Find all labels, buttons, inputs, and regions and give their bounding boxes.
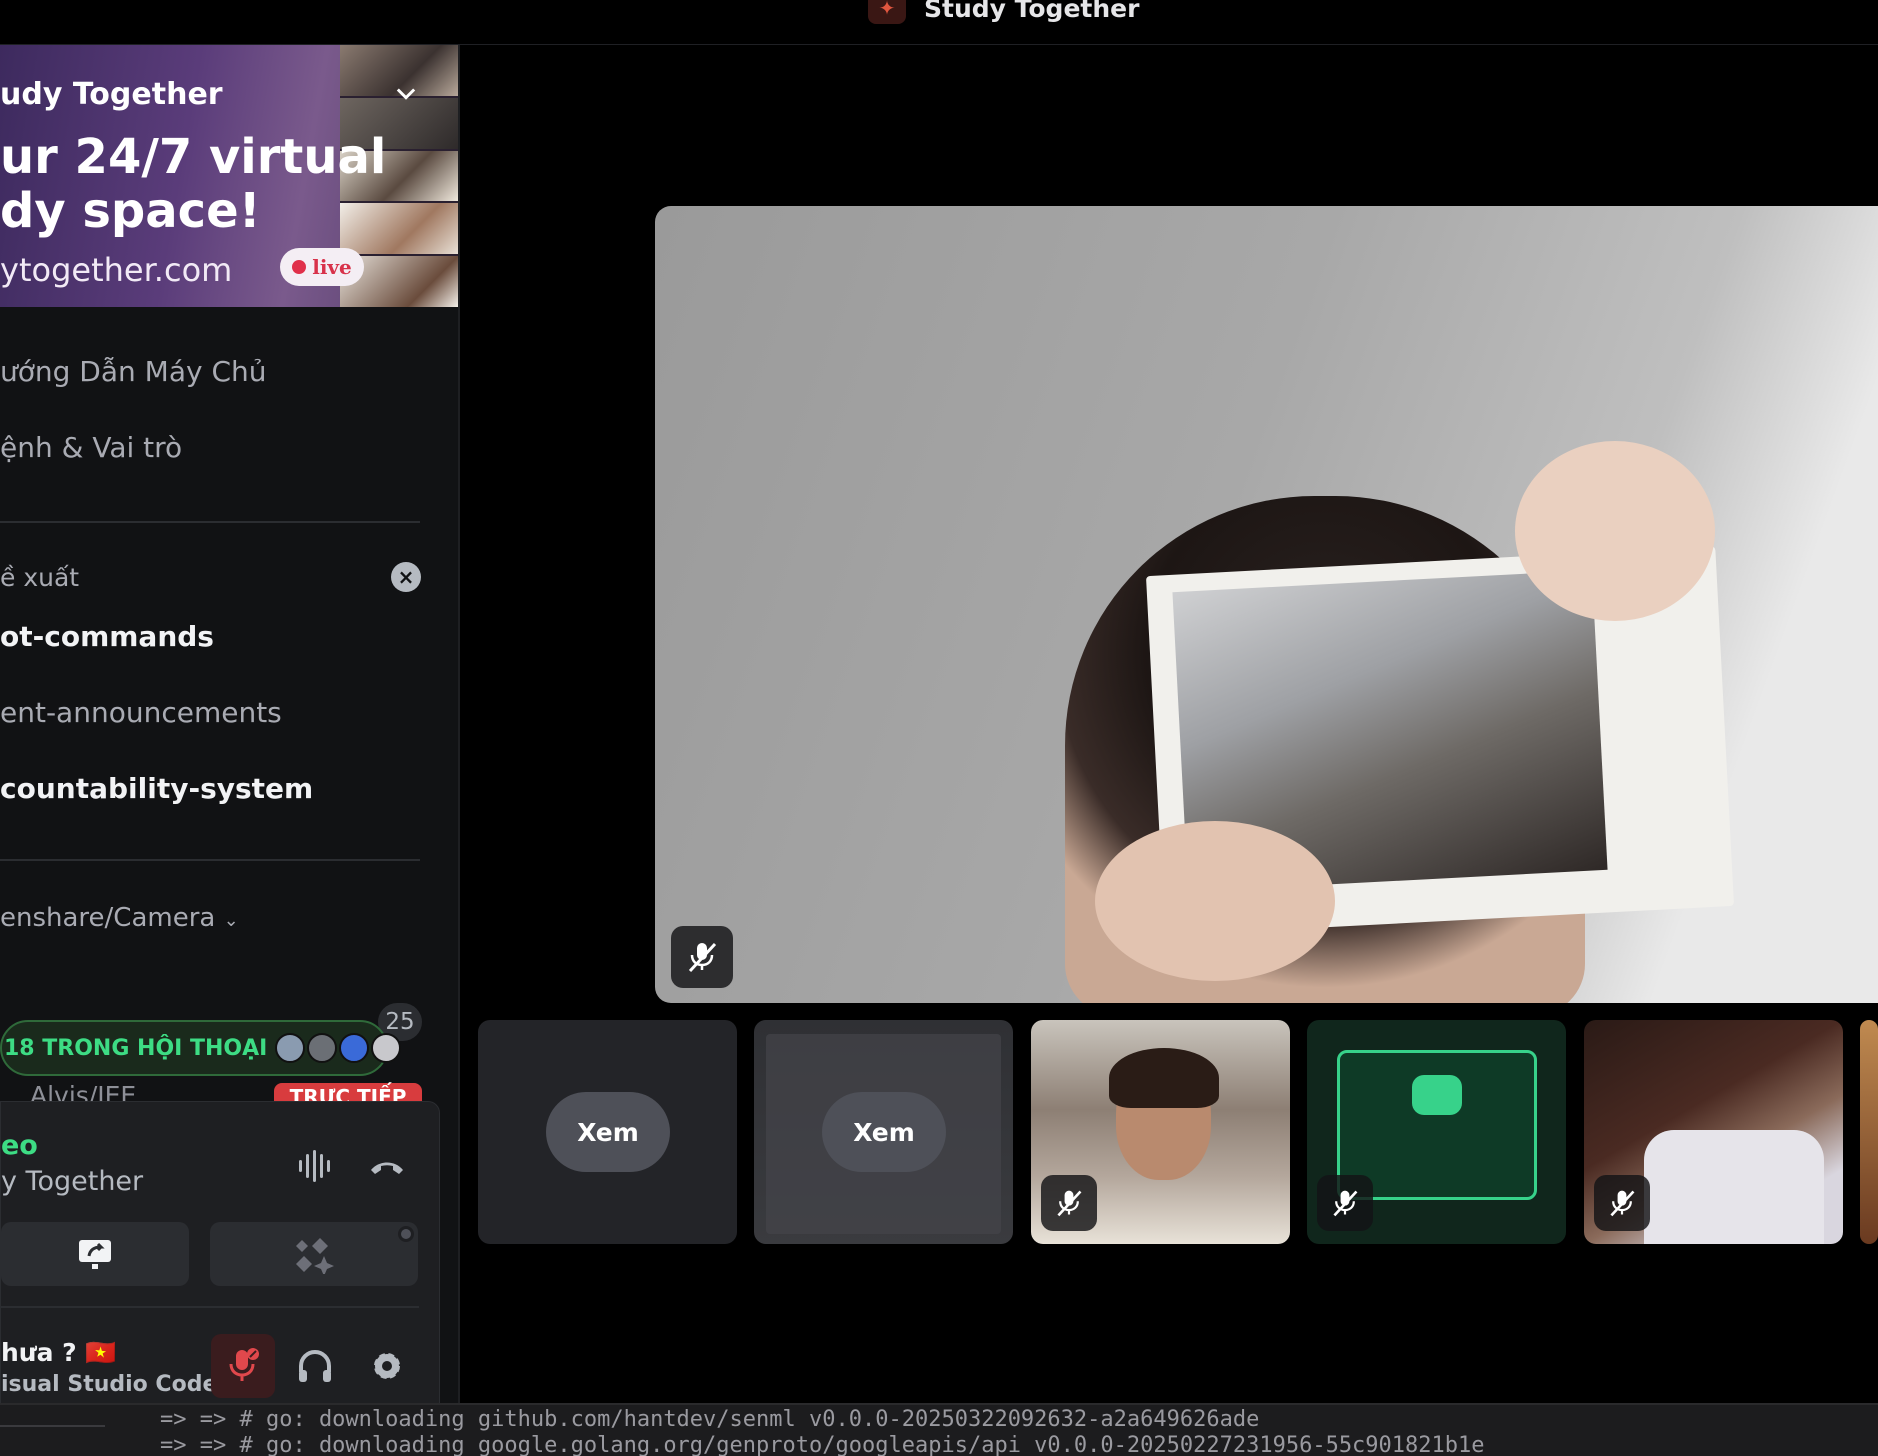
mic-muted-icon <box>229 1348 259 1381</box>
live-dot-icon <box>292 260 307 274</box>
terminal-line: => => # go: downloading google.golang.or… <box>160 1433 1485 1456</box>
conversation-pill[interactable]: 18 TRONG HỘI THOẠI <box>0 1020 402 1076</box>
channel-announcements[interactable]: ent-announcements <box>0 696 282 729</box>
window-title: Study Together <box>924 0 1140 23</box>
chevron-down-icon: ⌄ <box>223 910 239 931</box>
robot-icon <box>1412 1075 1462 1115</box>
server-icon: ✦ <box>868 0 906 24</box>
headphones-icon[interactable] <box>293 1344 337 1388</box>
chevron-down-icon[interactable] <box>392 79 420 107</box>
participant-tile[interactable] <box>1584 1020 1843 1244</box>
avatar <box>275 1033 306 1063</box>
participant-tile[interactable]: Xem <box>754 1020 1013 1244</box>
mic-muted-icon <box>1317 1175 1373 1231</box>
title-bar: ✦ Study Together <box>0 0 1878 45</box>
activities-icon <box>296 1238 334 1274</box>
voice-connection-panel: eo y Together hưa ? 🇻🇳 isual Studio Code <box>0 1101 440 1403</box>
participant-hair <box>1109 1048 1219 1108</box>
participant-avatars <box>275 1033 402 1063</box>
divider <box>0 521 420 523</box>
watch-stream-button[interactable]: Xem <box>546 1092 670 1172</box>
mute-mic-button[interactable] <box>211 1334 275 1398</box>
channel-bot-commands[interactable]: ot-commands <box>0 620 214 653</box>
gear-icon[interactable] <box>365 1344 409 1388</box>
sidebar-item-server-guide[interactable]: ướng Dẫn Máy Chủ <box>0 355 267 388</box>
participant-tile[interactable] <box>1307 1020 1566 1244</box>
banner-url: ytogether.com <box>0 251 233 289</box>
participant-tile[interactable] <box>1031 1020 1290 1244</box>
mic-muted-icon <box>1594 1175 1650 1231</box>
banner-tagline-2: dy space! <box>0 183 261 239</box>
terminal-output[interactable]: => => # go: downloading github.com/hantd… <box>0 1403 1878 1456</box>
voice-status[interactable]: eo <box>1 1130 38 1161</box>
watch-stream-button[interactable]: Xem <box>822 1092 946 1172</box>
banner-tagline: ur 24/7 virtual <box>0 129 387 185</box>
user-activity: isual Studio Code <box>1 1372 218 1397</box>
screen-share-icon <box>79 1240 111 1269</box>
mic-muted-icon <box>671 926 733 988</box>
avatar <box>307 1033 338 1063</box>
activities-button[interactable] <box>210 1222 418 1286</box>
category-screenshare-camera[interactable]: enshare/Camera ⌄ <box>0 903 239 933</box>
close-icon[interactable]: × <box>391 562 421 592</box>
screen-share-button[interactable] <box>1 1222 189 1286</box>
suggested-section-heading: ề xuất <box>0 563 80 592</box>
divider <box>0 859 420 861</box>
terminal-line: => => # go: downloading github.com/hantd… <box>160 1407 1260 1432</box>
avatar <box>371 1033 402 1063</box>
status-dot <box>398 1226 414 1242</box>
voice-server-name[interactable]: y Together <box>1 1166 143 1197</box>
live-badge: live <box>280 248 364 286</box>
channel-accountability-system[interactable]: countability-system <box>0 772 313 805</box>
main-video-stream[interactable] <box>655 206 1878 1003</box>
sidebar-item-roles[interactable]: ệnh & Vai trò <box>0 431 182 464</box>
user-name[interactable]: hưa ? 🇻🇳 <box>1 1338 117 1368</box>
server-banner[interactable]: udy Together ur 24/7 virtual dy space! y… <box>0 45 458 307</box>
noise-suppression-icon[interactable] <box>295 1144 339 1188</box>
conversation-count: 18 TRONG HỘI THOẠI <box>4 1035 268 1061</box>
mic-muted-icon <box>1041 1175 1097 1231</box>
hand <box>1095 821 1335 981</box>
divider <box>1 1306 419 1308</box>
avatar <box>339 1033 370 1063</box>
divider <box>0 1425 105 1427</box>
participant-tile[interactable]: Xem <box>478 1020 737 1244</box>
disconnect-icon[interactable] <box>365 1144 409 1188</box>
participant-video <box>1644 1130 1824 1244</box>
hand <box>1515 441 1715 621</box>
participant-tile[interactable] <box>1860 1020 1878 1244</box>
participant-strip: Xem Xem <box>478 1020 1878 1244</box>
server-name[interactable]: udy Together <box>0 77 223 112</box>
channel-sidebar: udy Together ur 24/7 virtual dy space! y… <box>0 45 460 1403</box>
